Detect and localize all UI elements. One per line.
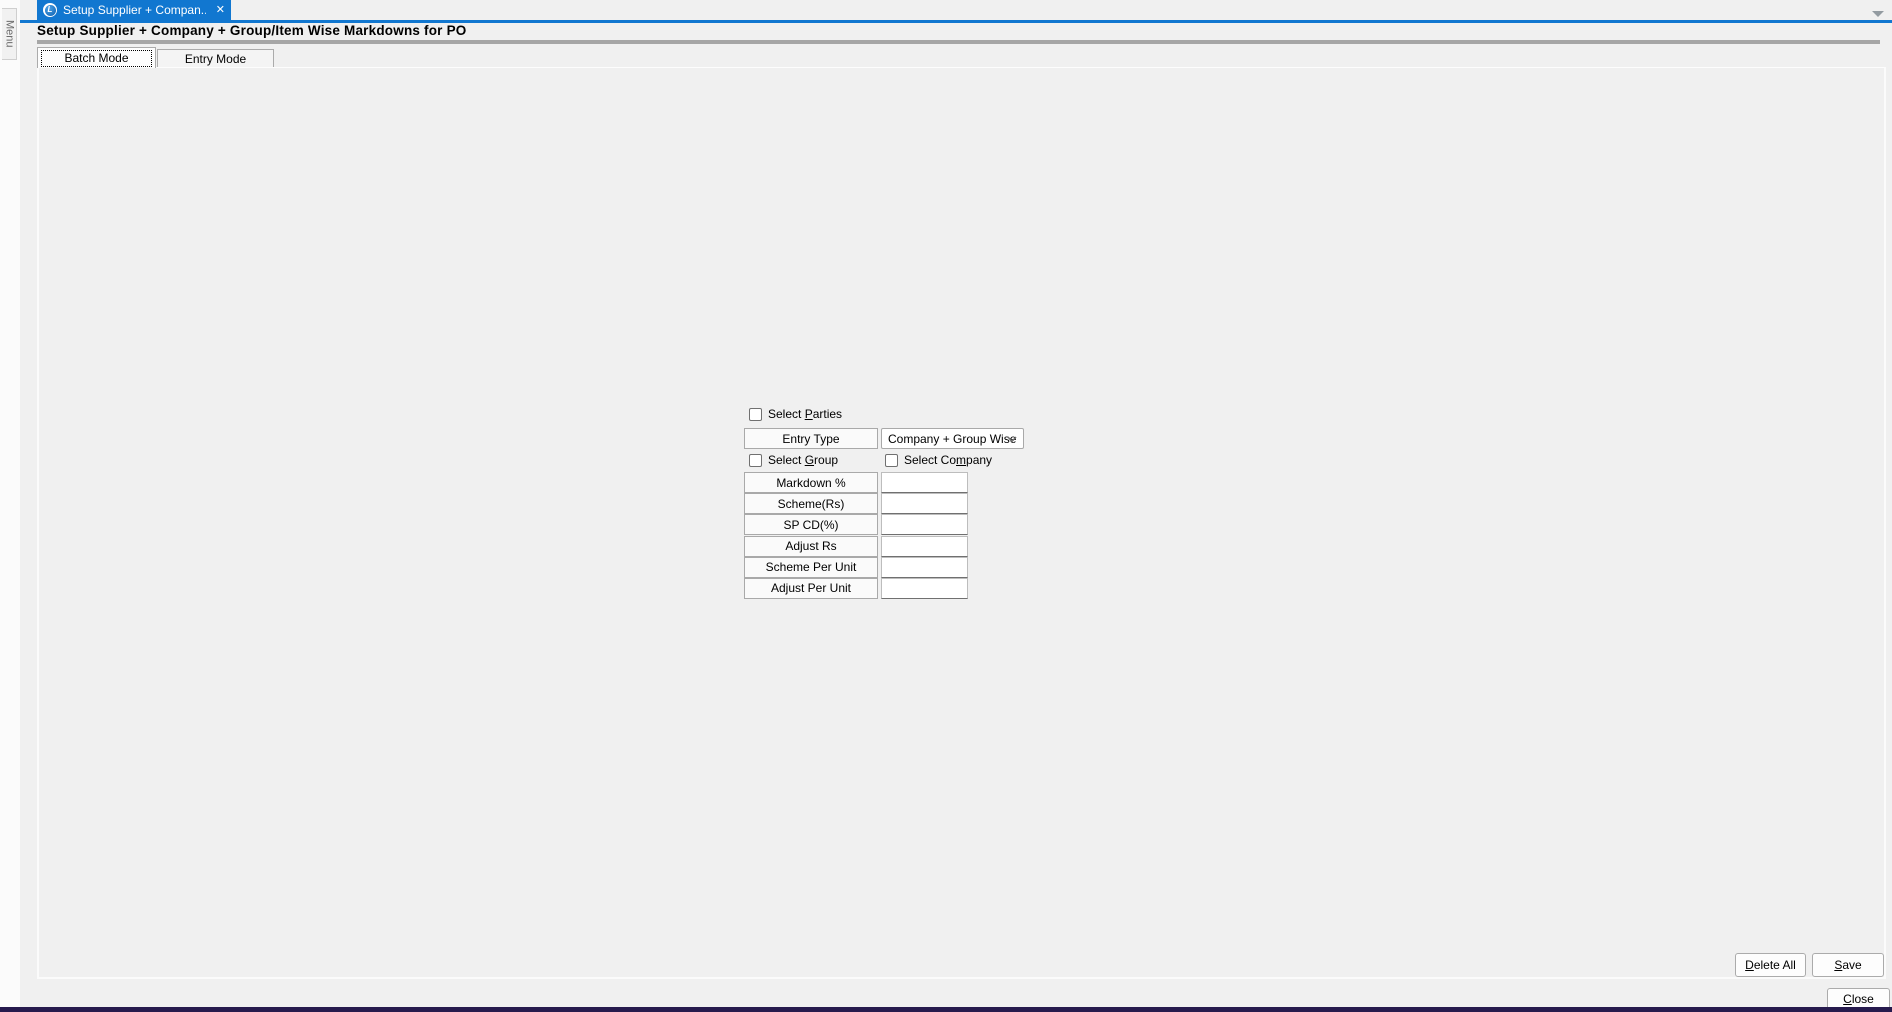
- select-parties-checkbox[interactable]: [749, 407, 762, 421]
- select-company-row: Select Company: [885, 453, 992, 467]
- select-parties-row: Select Parties: [749, 407, 842, 421]
- window-bottom-border: [0, 1007, 1892, 1012]
- tab-batch-mode-label: Batch Mode: [64, 51, 129, 65]
- adjust-rs-label: Adjust Rs: [744, 535, 878, 557]
- field-row-markdown-percent: Markdown %: [744, 472, 1026, 493]
- save-button[interactable]: Save: [1812, 953, 1884, 977]
- field-row-sp-cd: SP CD(%): [744, 514, 1026, 536]
- scheme-rs-label: Scheme(Rs): [744, 493, 878, 515]
- entry-type-label: Entry Type: [744, 428, 878, 449]
- sp-cd-input[interactable]: [881, 514, 968, 536]
- delete-all-button-label: Delete All: [1745, 958, 1796, 972]
- tab-list-dropdown-icon[interactable]: [1872, 11, 1884, 17]
- save-button-label: Save: [1834, 958, 1862, 972]
- select-group-checkbox[interactable]: [749, 453, 762, 467]
- scheme-rs-input[interactable]: [881, 493, 968, 515]
- menu-strip: Menu: [0, 0, 20, 1012]
- tab-entry-mode-label: Entry Mode: [184, 52, 247, 66]
- document-tab-title: Setup Supplier + Compan...: [63, 3, 206, 17]
- document-tab-setup-supplier[interactable]: L Setup Supplier + Compan... ✕: [37, 0, 231, 20]
- tab-batch-mode[interactable]: Batch Mode: [37, 47, 156, 68]
- markdown-percent-label: Markdown %: [744, 472, 878, 493]
- field-row-adjust-rs: Adjust Rs: [744, 535, 1026, 557]
- close-tab-icon[interactable]: ✕: [216, 4, 225, 16]
- menu-vertical-tab-label: Menu: [3, 20, 16, 48]
- menu-vertical-tab[interactable]: Menu: [2, 8, 17, 60]
- title-divider: [37, 40, 1880, 44]
- field-row-scheme-rs: Scheme(Rs): [744, 493, 1026, 515]
- select-group-row: Select Group: [749, 453, 838, 467]
- select-company-checkbox[interactable]: [885, 453, 898, 467]
- select-parties-label: Select Parties: [768, 407, 843, 421]
- scheme-per-unit-input[interactable]: [881, 556, 968, 578]
- adjust-rs-input[interactable]: [881, 535, 968, 557]
- markdown-fields: Markdown % Scheme(Rs) SP CD(%) Adjust Rs…: [744, 472, 1026, 599]
- app-logo-icon: L: [43, 3, 57, 17]
- sp-cd-label: SP CD(%): [744, 514, 878, 536]
- markdown-percent-input[interactable]: [881, 472, 968, 493]
- page-title: Setup Supplier + Company + Group/Item Wi…: [37, 23, 467, 38]
- adjust-per-unit-label: Adjust Per Unit: [744, 577, 878, 599]
- entry-type-select[interactable]: Company + Group Wise: [881, 428, 1024, 449]
- delete-all-button[interactable]: Delete All: [1735, 953, 1806, 977]
- field-row-scheme-per-unit: Scheme Per Unit: [744, 556, 1026, 578]
- select-group-label: Select Group: [768, 453, 839, 467]
- document-tab-bar: L Setup Supplier + Compan... ✕: [20, 0, 1892, 20]
- field-row-adjust-per-unit: Adjust Per Unit: [744, 577, 1026, 599]
- chevron-down-icon: [1007, 436, 1017, 443]
- scheme-per-unit-label: Scheme Per Unit: [744, 556, 878, 578]
- entry-type-selected-value: Company + Group Wise: [888, 431, 1017, 446]
- select-company-label: Select Company: [904, 453, 993, 467]
- tab-entry-mode[interactable]: Entry Mode: [157, 49, 274, 68]
- adjust-per-unit-input[interactable]: [881, 577, 968, 599]
- close-button-label: Close: [1843, 992, 1874, 1006]
